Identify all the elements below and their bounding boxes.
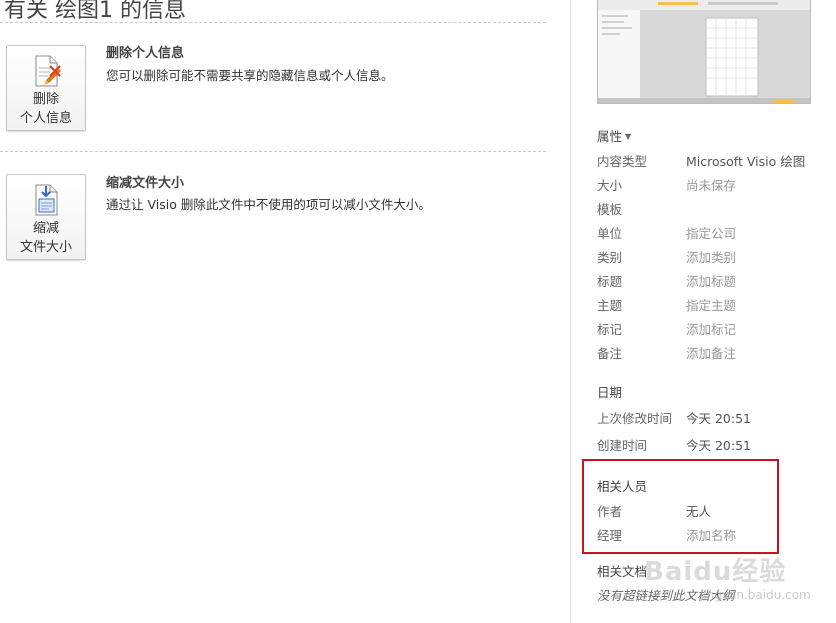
property-label: 单位 [597,226,623,241]
highlight-box [582,459,779,554]
property-value: 尚未保存 [686,178,737,193]
dates-header: 日期 [597,385,623,400]
document-compress-icon [35,184,58,216]
divider [0,22,546,23]
property-label: 类别 [597,250,623,265]
category-field[interactable]: 添加类别 [686,247,736,266]
date-value: 今天 20:51 [686,438,751,453]
tags-field[interactable]: 添加标记 [686,319,736,338]
reduce-file-size-description: 通过让 Visio 删除此文件中不使用的项可以减小文件大小。 [106,197,431,212]
property-label: 大小 [597,178,623,193]
property-label: 标题 [597,274,623,289]
related-docs-header: 相关文档 [597,564,648,579]
button-label-line1: 缩减 [32,221,59,236]
watermark-url: jingyan.baidu.com [700,588,811,602]
divider [0,151,546,152]
company-field[interactable]: 指定公司 [686,223,736,242]
button-label-line2: 个人信息 [19,111,72,126]
date-label: 创建时间 [597,438,648,453]
date-label: 上次修改时间 [597,411,673,426]
watermark: Baidu经验 [644,557,787,587]
button-label-line2: 文件大小 [19,240,72,255]
property-label: 标记 [597,322,623,337]
property-label: 内容类型 [597,154,648,169]
remove-personal-info-description: 您可以删除可能不需要共享的隐藏信息或个人信息。 [106,68,394,83]
property-label: 备注 [597,346,623,361]
remove-personal-info-button[interactable]: 删除 个人信息 [6,45,86,131]
reduce-file-size-title: 缩减文件大小 [106,176,185,191]
column-divider [570,0,571,623]
properties-header[interactable]: 属性 ▼ [597,126,631,145]
title-field[interactable]: 添加标题 [686,271,736,290]
comments-field[interactable]: 添加备注 [686,343,736,362]
document-delete-icon [35,55,61,87]
preview-image [598,0,810,103]
document-preview-thumbnail[interactable] [597,0,811,104]
property-label: 主题 [597,298,623,313]
remove-personal-info-title: 删除个人信息 [106,46,185,61]
property-value: Microsoft Visio 绘图 [686,154,806,169]
chevron-down-icon: ▼ [625,132,632,141]
button-label-line1: 删除 [32,92,59,107]
subject-field[interactable]: 指定主题 [686,295,736,314]
reduce-file-size-button[interactable]: 缩减 文件大小 [6,174,86,260]
property-label: 模板 [597,202,623,217]
date-value: 今天 20:51 [686,411,751,426]
page-title: 有关 绘图1 的信息 [4,0,186,23]
